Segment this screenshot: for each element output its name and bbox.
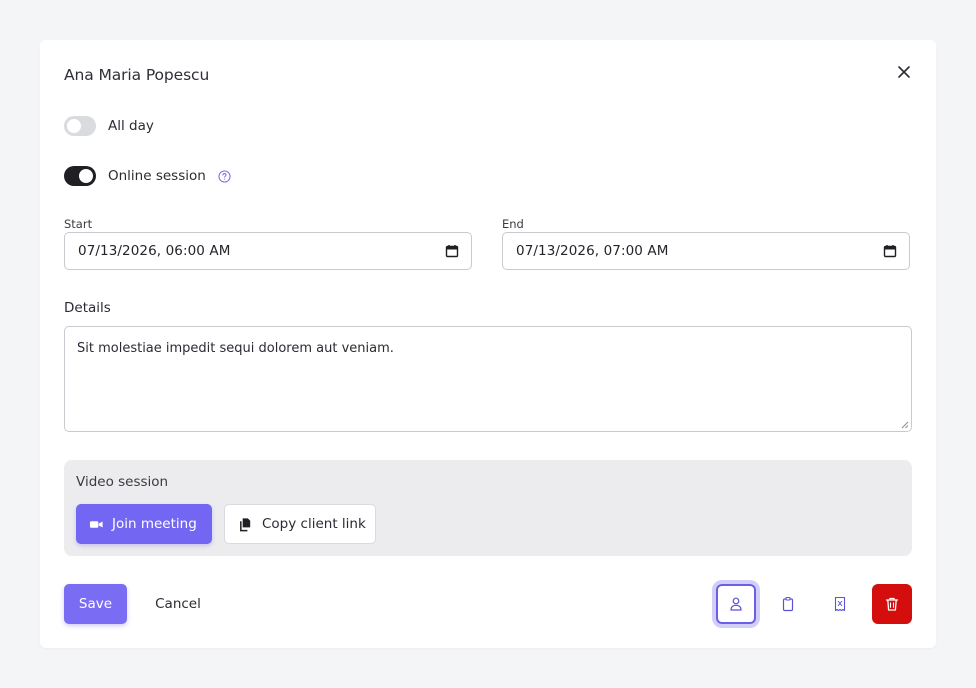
resize-handle-icon[interactable] <box>901 421 909 429</box>
video-camera-icon <box>89 517 104 532</box>
copy-client-link-button[interactable]: Copy client link <box>224 504 376 544</box>
end-datetime-value: 07/13/2026, 07:00 AM <box>516 243 669 259</box>
trash-icon <box>884 596 900 612</box>
cancel-button[interactable]: Cancel <box>143 584 213 624</box>
details-textarea[interactable]: Sit molestiae impedit sequi dolorem aut … <box>64 326 912 432</box>
invoice-button[interactable] <box>820 584 860 624</box>
end-label: End <box>502 217 524 231</box>
delete-button[interactable] <box>872 584 912 624</box>
video-session-panel: Video session Join meeting Copy client l… <box>64 460 912 556</box>
copy-icon <box>238 517 253 532</box>
start-datetime-value: 07/13/2026, 06:00 AM <box>78 243 231 259</box>
join-meeting-label: Join meeting <box>112 516 197 532</box>
details-label: Details <box>64 300 111 316</box>
online-session-toggle[interactable] <box>64 166 96 186</box>
clipboard-icon <box>780 596 796 612</box>
calendar-icon[interactable] <box>445 244 459 258</box>
client-profile-button[interactable] <box>716 584 756 624</box>
details-text: Sit molestiae impedit sequi dolorem aut … <box>77 341 394 356</box>
copy-client-link-label: Copy client link <box>262 516 366 532</box>
save-button[interactable]: Save <box>64 584 127 624</box>
close-icon[interactable] <box>896 64 912 80</box>
person-icon <box>728 596 744 612</box>
save-label: Save <box>78 596 113 612</box>
start-datetime-input[interactable]: 07/13/2026, 06:00 AM <box>64 232 472 270</box>
all-day-row: All day <box>64 116 154 136</box>
start-label: Start <box>64 217 93 231</box>
join-meeting-button[interactable]: Join meeting <box>76 504 212 544</box>
event-dialog: Ana Maria Popescu All day Online session… <box>40 40 936 648</box>
all-day-toggle[interactable] <box>64 116 96 136</box>
dialog-title: Ana Maria Popescu <box>64 66 210 84</box>
help-icon[interactable] <box>218 169 231 183</box>
online-session-label: Online session <box>108 168 206 184</box>
end-datetime-input[interactable]: 07/13/2026, 07:00 AM <box>502 232 910 270</box>
video-session-title: Video session <box>76 474 169 490</box>
all-day-label: All day <box>108 118 154 134</box>
session-notes-button[interactable] <box>768 584 808 624</box>
invoice-icon <box>832 596 848 612</box>
calendar-icon[interactable] <box>883 244 897 258</box>
cancel-label: Cancel <box>155 596 201 612</box>
online-session-row: Online session <box>64 166 231 186</box>
